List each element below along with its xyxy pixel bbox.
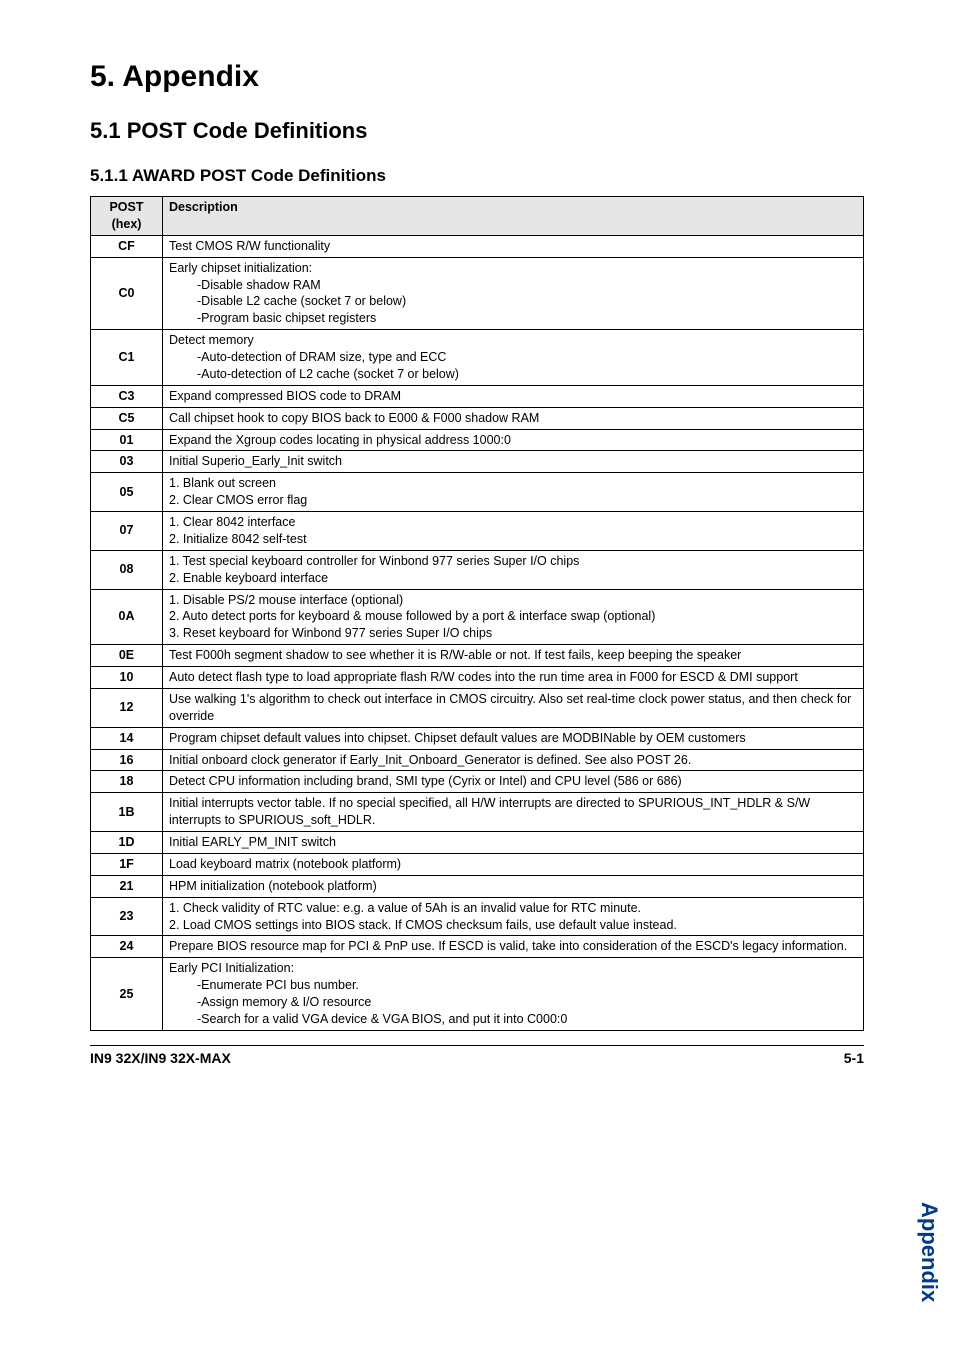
- description-cell: Prepare BIOS resource map for PCI & PnP …: [163, 936, 864, 958]
- subsection-title: 5.1.1 AWARD POST Code Definitions: [90, 166, 864, 186]
- post-code-cell: C0: [91, 257, 163, 330]
- post-code-cell: 03: [91, 451, 163, 473]
- post-code-cell: 08: [91, 550, 163, 589]
- table-row: 16Initial onboard clock generator if Ear…: [91, 749, 864, 771]
- table-row: 21HPM initialization (notebook platform): [91, 875, 864, 897]
- description-cell: Initial EARLY_PM_INIT switch: [163, 832, 864, 854]
- table-row: 24Prepare BIOS resource map for PCI & Pn…: [91, 936, 864, 958]
- table-row: 081. Test special keyboard controller fo…: [91, 550, 864, 589]
- footer-model: IN9 32X/IN9 32X-MAX: [90, 1050, 231, 1066]
- post-code-cell: 1F: [91, 853, 163, 875]
- post-code-table: POST (hex) Description CFTest CMOS R/W f…: [90, 196, 864, 1031]
- table-row: C3Expand compressed BIOS code to DRAM: [91, 385, 864, 407]
- description-cell: 1. Clear 8042 interface2. Initialize 804…: [163, 512, 864, 551]
- table-row: 071. Clear 8042 interface2. Initialize 8…: [91, 512, 864, 551]
- post-code-cell: 12: [91, 688, 163, 727]
- description-cell: Initial onboard clock generator if Early…: [163, 749, 864, 771]
- description-cell: Expand compressed BIOS code to DRAM: [163, 385, 864, 407]
- post-code-cell: 18: [91, 771, 163, 793]
- description-cell: Expand the Xgroup codes locating in phys…: [163, 429, 864, 451]
- description-cell: Use walking 1's algorithm to check out i…: [163, 688, 864, 727]
- table-row: CFTest CMOS R/W functionality: [91, 235, 864, 257]
- table-row: 1DInitial EARLY_PM_INIT switch: [91, 832, 864, 854]
- description-cell: 1. Disable PS/2 mouse interface (optiona…: [163, 589, 864, 645]
- table-row: 14Program chipset default values into ch…: [91, 727, 864, 749]
- table-row: C0Early chipset initialization:-Disable …: [91, 257, 864, 330]
- post-code-cell: 05: [91, 473, 163, 512]
- side-tab-appendix: Appendix: [916, 1202, 942, 1302]
- post-code-cell: 0A: [91, 589, 163, 645]
- description-cell: Call chipset hook to copy BIOS back to E…: [163, 407, 864, 429]
- post-code-cell: 10: [91, 667, 163, 689]
- table-row: C1Detect memory-Auto-detection of DRAM s…: [91, 330, 864, 386]
- description-cell: Program chipset default values into chip…: [163, 727, 864, 749]
- description-cell: Test CMOS R/W functionality: [163, 235, 864, 257]
- post-code-cell: 07: [91, 512, 163, 551]
- post-code-cell: 1D: [91, 832, 163, 854]
- table-header-description: Description: [163, 197, 864, 236]
- description-cell: 1. Test special keyboard controller for …: [163, 550, 864, 589]
- table-row: 231. Check validity of RTC value: e.g. a…: [91, 897, 864, 936]
- description-cell: Detect memory-Auto-detection of DRAM siz…: [163, 330, 864, 386]
- description-cell: Initial interrupts vector table. If no s…: [163, 793, 864, 832]
- table-row: C5Call chipset hook to copy BIOS back to…: [91, 407, 864, 429]
- header-text: (hex): [112, 217, 142, 231]
- post-code-cell: 01: [91, 429, 163, 451]
- description-cell: 1. Check validity of RTC value: e.g. a v…: [163, 897, 864, 936]
- table-row: 0ETest F000h segment shadow to see wheth…: [91, 645, 864, 667]
- post-code-cell: C1: [91, 330, 163, 386]
- footer-page-number: 5-1: [844, 1050, 864, 1066]
- description-cell: Auto detect flash type to load appropria…: [163, 667, 864, 689]
- table-row: 0A1. Disable PS/2 mouse interface (optio…: [91, 589, 864, 645]
- table-row: 12Use walking 1's algorithm to check out…: [91, 688, 864, 727]
- section-title: 5.1 POST Code Definitions: [90, 118, 864, 144]
- table-row: 10Auto detect flash type to load appropr…: [91, 667, 864, 689]
- post-code-cell: 0E: [91, 645, 163, 667]
- header-text: POST: [109, 200, 143, 214]
- table-row: 1BInitial interrupts vector table. If no…: [91, 793, 864, 832]
- table-row: 051. Blank out screen2. Clear CMOS error…: [91, 473, 864, 512]
- description-cell: HPM initialization (notebook platform): [163, 875, 864, 897]
- description-cell: Early chipset initialization:-Disable sh…: [163, 257, 864, 330]
- table-row: 01Expand the Xgroup codes locating in ph…: [91, 429, 864, 451]
- description-cell: Test F000h segment shadow to see whether…: [163, 645, 864, 667]
- description-cell: Early PCI Initialization:-Enumerate PCI …: [163, 958, 864, 1031]
- post-code-cell: 16: [91, 749, 163, 771]
- page-footer: IN9 32X/IN9 32X-MAX 5-1: [90, 1045, 864, 1066]
- table-row: 18Detect CPU information including brand…: [91, 771, 864, 793]
- post-code-cell: 23: [91, 897, 163, 936]
- description-cell: Load keyboard matrix (notebook platform): [163, 853, 864, 875]
- post-code-cell: C3: [91, 385, 163, 407]
- description-cell: Initial Superio_Early_Init switch: [163, 451, 864, 473]
- description-cell: 1. Blank out screen2. Clear CMOS error f…: [163, 473, 864, 512]
- table-row: 03Initial Superio_Early_Init switch: [91, 451, 864, 473]
- post-code-cell: CF: [91, 235, 163, 257]
- table-row: 1FLoad keyboard matrix (notebook platfor…: [91, 853, 864, 875]
- chapter-title: 5. Appendix: [90, 60, 864, 94]
- table-header-post: POST (hex): [91, 197, 163, 236]
- table-row: 25Early PCI Initialization:-Enumerate PC…: [91, 958, 864, 1031]
- post-code-cell: 21: [91, 875, 163, 897]
- description-cell: Detect CPU information including brand, …: [163, 771, 864, 793]
- post-code-cell: 14: [91, 727, 163, 749]
- post-code-cell: C5: [91, 407, 163, 429]
- post-code-cell: 24: [91, 936, 163, 958]
- post-code-cell: 1B: [91, 793, 163, 832]
- post-code-cell: 25: [91, 958, 163, 1031]
